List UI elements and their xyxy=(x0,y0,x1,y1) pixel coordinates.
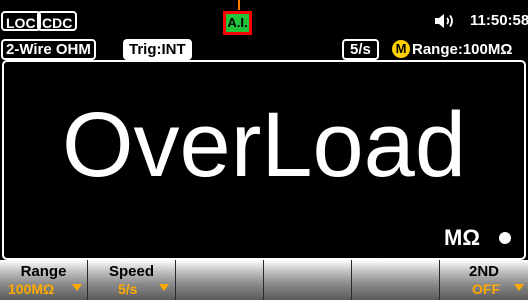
main-display: OverLoad MΩ xyxy=(2,60,526,260)
rate-label: 5/s xyxy=(342,39,379,60)
softkey-range[interactable]: Range 100MΩ xyxy=(0,260,88,300)
softkey-speed[interactable]: Speed 5/s xyxy=(88,260,176,300)
softkey-title: 2ND xyxy=(468,263,499,280)
speaker-icon xyxy=(435,14,453,28)
softkey-5[interactable] xyxy=(352,260,440,300)
measurement-unit: MΩ xyxy=(444,225,480,250)
softkey-2nd[interactable]: 2ND OFF xyxy=(440,260,528,300)
softkey-value: 100MΩ xyxy=(8,281,55,297)
function-label: 2-Wire OHM xyxy=(1,39,96,60)
cdc-indicator: CDC xyxy=(37,11,78,31)
softkey-title: Speed xyxy=(108,263,154,280)
ai-indicator: A.I. xyxy=(223,11,252,35)
softkey-bar: Range 100MΩ Speed 5/s 2ND OFF xyxy=(0,260,528,300)
range-label: Range:100MΩ xyxy=(412,41,513,58)
trigger-label: Trig:INT xyxy=(123,39,192,60)
manual-range-icon: M xyxy=(392,40,410,58)
softkey-value: 5/s xyxy=(118,281,138,297)
dropdown-arrow-icon xyxy=(159,284,169,291)
loc-indicator: LOC xyxy=(1,11,41,31)
dropdown-arrow-icon xyxy=(514,284,524,291)
softkey-title: Range xyxy=(20,263,67,280)
measurement-reading: OverLoad xyxy=(61,94,467,196)
softkey-value: OFF xyxy=(472,281,500,297)
clock: 11:50:58 xyxy=(470,12,528,29)
softkey-3[interactable] xyxy=(176,260,264,300)
softkey-4[interactable] xyxy=(264,260,352,300)
dropdown-arrow-icon xyxy=(72,284,82,291)
status-dot-icon xyxy=(499,232,511,244)
